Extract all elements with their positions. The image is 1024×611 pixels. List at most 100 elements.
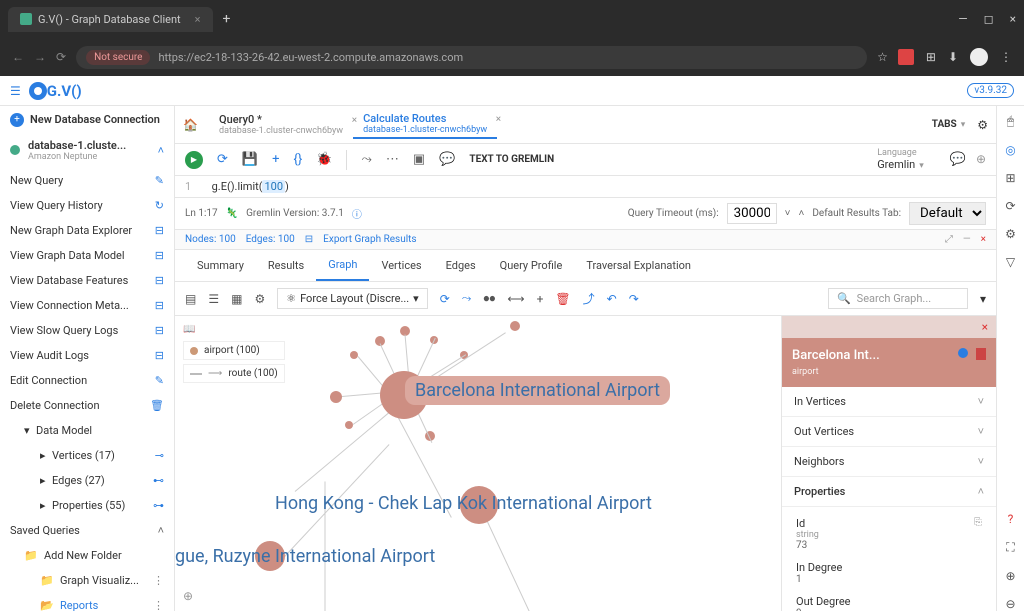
add-node-icon[interactable]: + [537,292,544,306]
node-label-hongkong[interactable]: Hong Kong - Chek Lap Kok International A… [275,493,652,514]
minimize-icon[interactable]: — [958,12,967,26]
tree-vertices[interactable]: ▸Vertices (17)⊸ [0,443,174,468]
section-properties[interactable]: Properties˄ [782,477,996,507]
filter-funnel-icon[interactable]: ▽ [1006,255,1015,269]
export-graph-icon[interactable]: ⤴ [583,290,595,307]
menu-icon[interactable]: ⋮ [1000,50,1012,64]
close-panel-icon[interactable]: × [982,320,988,334]
url-field[interactable]: Not secure https://ec2-18-133-26-42.eu-w… [76,46,867,69]
tree-edges[interactable]: ▸Edges (27)⊷ [0,468,174,493]
fit-icon[interactable]: ⟷ [507,292,524,306]
star-icon[interactable]: ☆ [877,50,888,64]
undo-icon[interactable]: ↶ [607,292,617,306]
braces-icon[interactable]: {} [293,152,302,167]
tab-edges[interactable]: Edges [434,251,488,280]
text-to-gremlin-button[interactable]: TEXT TO GREMLIN [469,154,554,165]
filter-icon[interactable]: ▤ [185,292,196,306]
section-in-vertices[interactable]: In Vertices˅ [782,387,996,417]
folder-graph-viz[interactable]: 📁Graph Visualiz...⋮ [0,568,174,593]
folder-reports[interactable]: 📂Reports⋮ [0,593,174,611]
graph-edge[interactable] [295,408,395,492]
bug-icon[interactable]: 🐞 [316,152,332,167]
zoom-in-icon[interactable]: ⊕ [1005,569,1015,583]
refresh-icon[interactable]: ⟳ [1005,199,1015,213]
sidebar-edit-connection[interactable]: Edit Connection✎ [0,368,174,393]
code-editor[interactable]: 1 g.E().limit(100) [175,176,996,198]
caret-down-icon[interactable]: ▾ [980,292,986,306]
tab-results[interactable]: Results [256,251,316,280]
node-label-prague[interactable]: gue, Ruzyne International Airport [175,546,435,567]
search-graph-input[interactable]: 🔍 Search Graph... [828,288,968,309]
crosshair-icon[interactable]: ⊕ [183,589,193,603]
caret-down-icon[interactable]: ▾ [961,120,966,130]
back-icon[interactable]: ← [12,50,24,64]
graph-canvas[interactable]: 📖 airport (100) ⟶route (100) Barcelona I [175,316,996,611]
caret-up-icon[interactable]: ˄ [798,208,804,219]
add-folder[interactable]: 📁 Add New Folder [0,543,174,568]
grid-icon[interactable]: ⊞ [1005,171,1015,185]
sidebar-query-history[interactable]: View Query History↻ [0,193,174,218]
run-button[interactable]: ▶ [185,151,203,169]
align-icon[interactable]: ☰ [208,292,219,306]
query-tab-1[interactable]: Calculate Routes database-1.cluster-cnwc… [353,110,497,139]
relation-icon[interactable] [958,348,968,358]
profile-avatar-icon[interactable] [970,48,988,66]
sidebar-delete-connection[interactable]: Delete Connection🗑 [0,393,174,418]
sidebar-audit-logs[interactable]: View Audit Logs⊟ [0,343,174,368]
tree-icon[interactable]: ⦁⦁ [483,291,495,306]
bookmarks-icon[interactable]: ⊞ [926,50,936,64]
section-out-vertices[interactable]: Out Vertices˅ [782,417,996,447]
sidebar-data-explorer[interactable]: New Graph Data Explorer⊟ [0,218,174,243]
menu-icon[interactable]: ⋮ [153,599,164,611]
tab-query-profile[interactable]: Query Profile [488,251,575,280]
redo-icon[interactable]: ↷ [629,292,639,306]
sidebar-db-features[interactable]: View Database Features⊟ [0,268,174,293]
info-icon[interactable]: ⓘ [352,206,362,221]
graph-edge[interactable] [358,356,384,387]
globe-icon[interactable]: ⊕ [976,152,986,167]
cursor-icon[interactable]: 🖱 [1007,114,1014,129]
tab-graph[interactable]: Graph [316,250,369,281]
edges-count[interactable]: Edges: 100 [246,234,295,245]
text-gremlin-icon[interactable]: 💬 [439,152,455,167]
new-connection-button[interactable]: + New Database Connection [0,106,174,133]
gear-icon[interactable]: ⚙ [254,292,265,306]
forward-icon[interactable]: → [34,50,46,64]
refresh-layout-icon[interactable]: ⟳ [440,292,450,306]
feedback-icon[interactable]: 💬 [950,152,966,167]
delete-icon[interactable]: 🗑 [555,292,570,306]
dots-icon[interactable]: ⋯ [386,152,399,167]
settings-icon[interactable]: ⚙ [1005,227,1016,241]
close-results-icon[interactable]: × [981,234,986,245]
delete-node-icon[interactable] [976,348,986,360]
zoom-out-icon[interactable]: ⊖ [1005,597,1015,611]
close-tab-icon[interactable]: × [195,13,201,26]
tab-vertices[interactable]: Vertices [369,251,433,280]
query-tab-0[interactable]: Query0 * database-1.cluster-cnwch6byw × [209,111,353,138]
connection-item[interactable]: database-1.cluste... Amazon Neptune ˄ [0,133,174,168]
new-tab-button[interactable]: + [223,11,231,27]
chevron-up-icon[interactable]: ˄ [158,144,164,157]
reload-icon[interactable]: ⟳ [56,50,66,64]
close-icon[interactable]: × [496,114,501,125]
save-icon[interactable]: 💾 [242,152,258,167]
graph-node[interactable] [330,391,342,403]
tab-traversal-expl[interactable]: Traversal Explanation [574,251,703,280]
graph-edge[interactable] [485,516,545,611]
legend-airport[interactable]: airport (100) [183,341,285,360]
console-icon[interactable]: ▣ [413,152,425,167]
refresh-icon[interactable]: ⟳ [217,152,228,167]
minimize-icon[interactable]: — [963,234,971,245]
graph-node[interactable] [510,321,520,331]
caret-down-icon[interactable]: ˅ [785,208,791,219]
nodes-count[interactable]: Nodes: 100 [185,234,236,245]
section-neighbors[interactable]: Neighbors˅ [782,447,996,477]
hamburger-icon[interactable]: ☰ [10,84,21,98]
menu-icon[interactable]: ⋮ [153,574,164,587]
legend-route[interactable]: ⟶route (100) [183,364,285,383]
expand-icon[interactable]: ⤢ [945,234,953,245]
timeout-input[interactable] [727,203,777,224]
close-window-icon[interactable]: × [1010,12,1016,26]
copy-icon[interactable]: ⎘ [974,517,982,528]
default-tab-select[interactable]: Default [909,202,986,225]
